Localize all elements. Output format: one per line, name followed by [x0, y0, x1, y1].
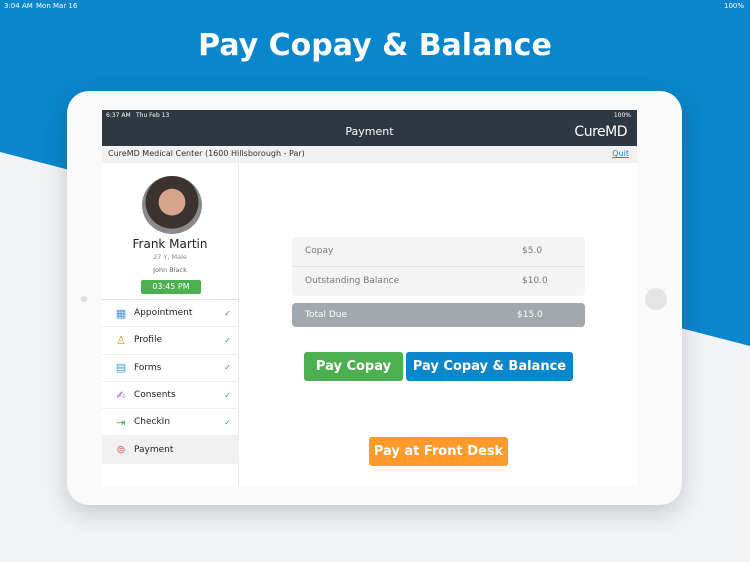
- outer-status-time: 3:04 AM: [4, 2, 33, 10]
- check-icon: ✓: [224, 417, 231, 427]
- quit-link[interactable]: Quit: [612, 149, 629, 158]
- pay-at-front-desk-button[interactable]: Pay at Front Desk: [369, 437, 508, 466]
- signature-icon: ✍: [116, 388, 126, 402]
- payment-summary: Copay $5.0 Outstanding Balance $10.0: [292, 237, 585, 296]
- row-value: $10.0: [522, 276, 548, 287]
- row-label: Copay: [305, 246, 334, 257]
- sidebar-item-payment[interactable]: ⊜ Payment: [102, 436, 239, 464]
- total-label: Total Due: [305, 310, 348, 320]
- check-icon: ✓: [224, 308, 231, 318]
- user-icon: ♙: [116, 333, 126, 347]
- device-date: Thu Feb 13: [136, 112, 170, 119]
- sidebar-item-label: Profile: [134, 335, 162, 346]
- total-due-row: Total Due $15.0: [292, 303, 585, 327]
- sidebar-item-checkin[interactable]: ⇥ CheckIn ✓: [102, 409, 239, 437]
- app-screen: 6:37 AM Thu Feb 13 100% Payment CureMD C…: [102, 110, 637, 486]
- sidebar-item-label: CheckIn: [134, 417, 171, 428]
- outer-status-battery: 100%: [723, 2, 744, 10]
- document-icon: ▤: [115, 361, 127, 375]
- location-bar: CureMD Medical Center (1600 Hillsborough…: [102, 146, 637, 163]
- check-icon: ✓: [224, 390, 231, 400]
- copay-row: Copay $5.0: [292, 237, 585, 267]
- device-battery: 100%: [613, 112, 631, 119]
- checkin-icon: ⇥: [116, 415, 126, 429]
- home-button: [645, 288, 667, 310]
- location-name: CureMD Medical Center (1600 Hillsborough…: [108, 149, 305, 158]
- row-label: Outstanding Balance: [305, 276, 400, 287]
- balance-row: Outstanding Balance $10.0: [292, 267, 585, 297]
- headline: Pay Copay & Balance: [198, 28, 552, 63]
- pay-copay-balance-button[interactable]: Pay Copay & Balance: [406, 352, 573, 381]
- check-icon: ✓: [224, 363, 231, 373]
- sidebar-item-label: Consents: [134, 390, 176, 401]
- sidebar-menu: ▦ Appointment ✓ ♙ Profile ✓ ▤ Forms ✓ ✍ Consent…: [102, 299, 239, 464]
- appointment-time-badge: 03:45 PM: [141, 280, 201, 294]
- page-title: Payment: [345, 125, 394, 138]
- check-icon: ✓: [224, 335, 231, 345]
- total-value: $15.0: [517, 310, 543, 320]
- row-value: $5.0: [522, 246, 543, 257]
- pay-copay-button[interactable]: Pay Copay: [304, 352, 403, 381]
- sidebar-item-consents[interactable]: ✍ Consents ✓: [102, 382, 239, 410]
- sidebar-item-profile[interactable]: ♙ Profile ✓: [102, 327, 239, 355]
- sidebar-item-forms[interactable]: ▤ Forms ✓: [102, 355, 239, 382]
- payment-icon: ⊜: [116, 443, 126, 457]
- outer-status-date: Mon Mar 16: [36, 2, 78, 10]
- sidebar-item-label: Forms: [134, 362, 162, 373]
- patient-age-sex: 27 Y, Male: [153, 253, 187, 261]
- sidebar-item-label: Appointment: [134, 308, 193, 319]
- patient-name: Frank Martin: [132, 237, 208, 251]
- curemd-logo: CureMD: [574, 124, 627, 140]
- camera: [81, 296, 87, 302]
- sidebar: Frank Martin 27 Y, Male John Black 03:45…: [102, 163, 239, 486]
- calendar-icon: ▦: [115, 306, 127, 320]
- sidebar-item-appointment[interactable]: ▦ Appointment ✓: [102, 300, 239, 328]
- avatar: [142, 176, 202, 234]
- provider-name: John Black: [153, 266, 187, 274]
- sidebar-item-label: Payment: [134, 444, 174, 455]
- nav-bar: 6:37 AM Thu Feb 13 100% Payment CureMD: [102, 110, 637, 146]
- device-time: 6:37 AM: [106, 112, 131, 119]
